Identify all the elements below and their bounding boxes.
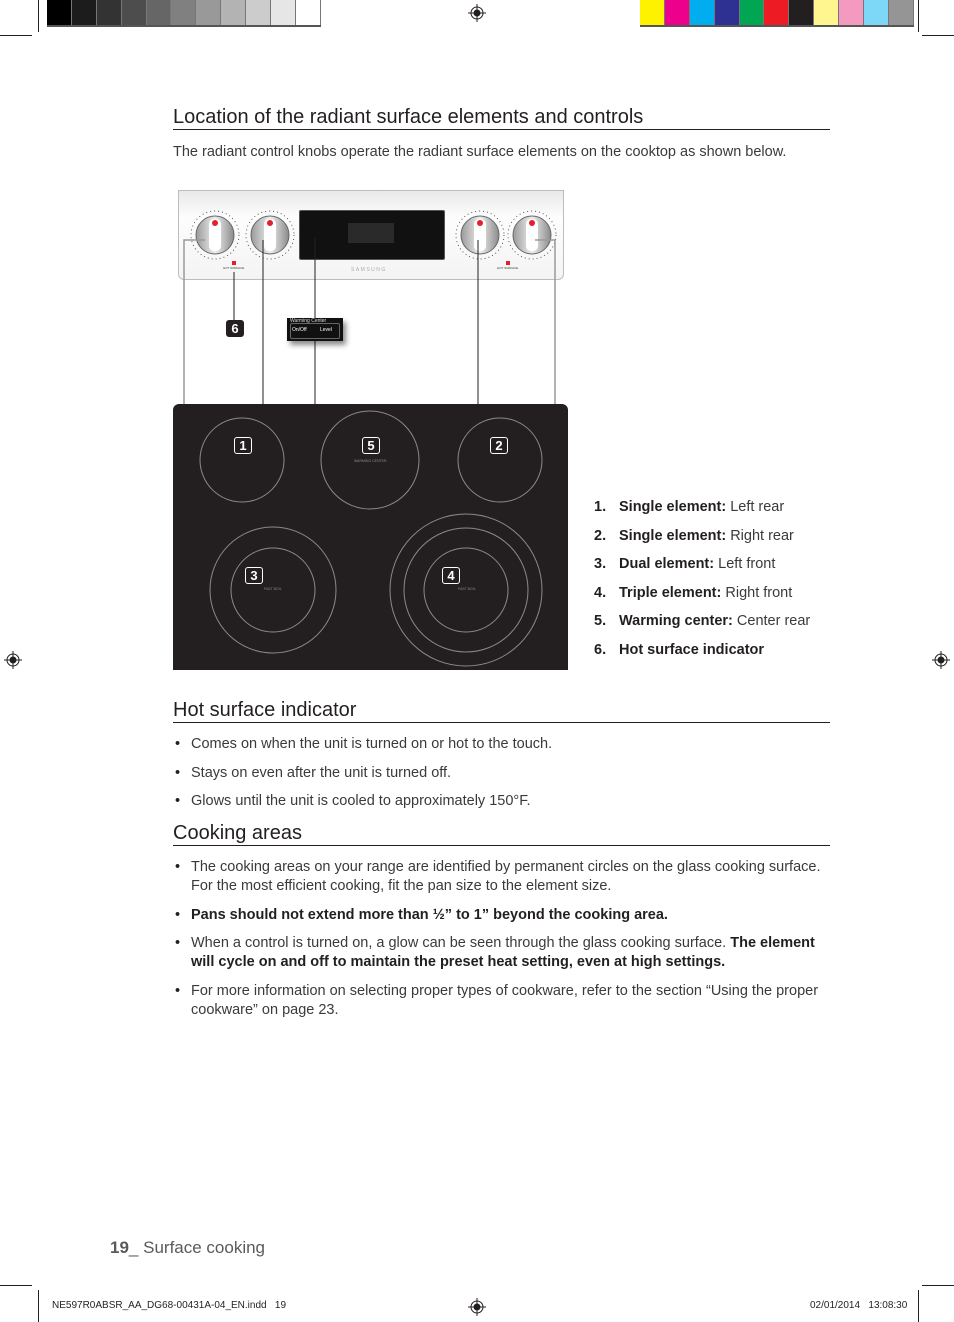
list-item: Pans should not extend more than ½” to 1… <box>173 906 833 925</box>
legend-item: 4. Triple element: Right front <box>594 584 793 601</box>
footer-section-name: Surface cooking <box>143 1238 266 1257</box>
element-left-rear <box>199 417 285 503</box>
callout-badge-2: 2 <box>490 437 508 454</box>
fast-boil-label-left: FAST BOIL <box>264 587 282 591</box>
section-heading-hot-surface: Hot surface indicator <box>173 698 830 723</box>
section-heading-cooking-areas: Cooking areas <box>173 821 830 846</box>
crop-mark <box>918 1290 919 1322</box>
cooking-areas-bullets: The cooking areas on your range are iden… <box>173 858 833 1029</box>
warming-center-label: WARMING CENTER <box>354 459 387 463</box>
list-item: Glows until the unit is cooled to approx… <box>173 792 833 811</box>
page-number: 19 <box>110 1238 129 1257</box>
callout-badge-1: 1 <box>234 437 252 454</box>
registration-mark-icon <box>468 1298 486 1316</box>
legend-item: 5. Warming center: Center rear <box>594 613 811 629</box>
list-item: Comes on when the unit is turned on or h… <box>173 735 833 754</box>
list-item: Stays on even after the unit is turned o… <box>173 764 833 783</box>
list-item: The cooking areas on your range are iden… <box>173 858 833 896</box>
hot-surface-bullets: Comes on when the unit is turned on or h… <box>173 735 833 821</box>
slug-file-name: NE597R0ABSR_AA_DG68-00431A-04_EN.indd 19 <box>52 1300 287 1311</box>
callout-badge-3: 3 <box>245 567 263 584</box>
callout-badge-5: 5 <box>362 437 380 454</box>
legend-item: 2. Single element: Right rear <box>594 527 794 544</box>
crop-mark <box>922 1285 954 1286</box>
page-footer: 19_ Surface cooking <box>110 1238 266 1257</box>
callout-badge-6: 6 <box>226 320 244 337</box>
callout-badge-4: 4 <box>442 567 460 584</box>
slug-datetime: 02/01/2014 13:08:30 <box>810 1300 908 1311</box>
element-legend: 1. Single element: Left rear 2. Single ele… <box>594 498 810 669</box>
warming-center-level-button: Level <box>320 327 332 333</box>
warming-center-onoff-button: On/Off <box>292 327 307 333</box>
list-item: For more information on selecting proper… <box>173 982 833 1020</box>
crop-mark <box>38 1290 39 1322</box>
warming-center-callout: Warming Center On/Off Level <box>287 318 343 341</box>
legend-item: 1. Single element: Left rear <box>594 499 785 515</box>
element-right-rear <box>457 417 543 503</box>
crop-mark <box>0 1285 32 1286</box>
legend-item: 6. Hot surface indicator <box>594 641 765 658</box>
legend-item: 3. Dual element: Left front <box>594 556 776 572</box>
fast-boil-label-right: FAST BOIL <box>458 587 476 591</box>
list-item: When a control is turned on, a glow can … <box>173 934 833 972</box>
